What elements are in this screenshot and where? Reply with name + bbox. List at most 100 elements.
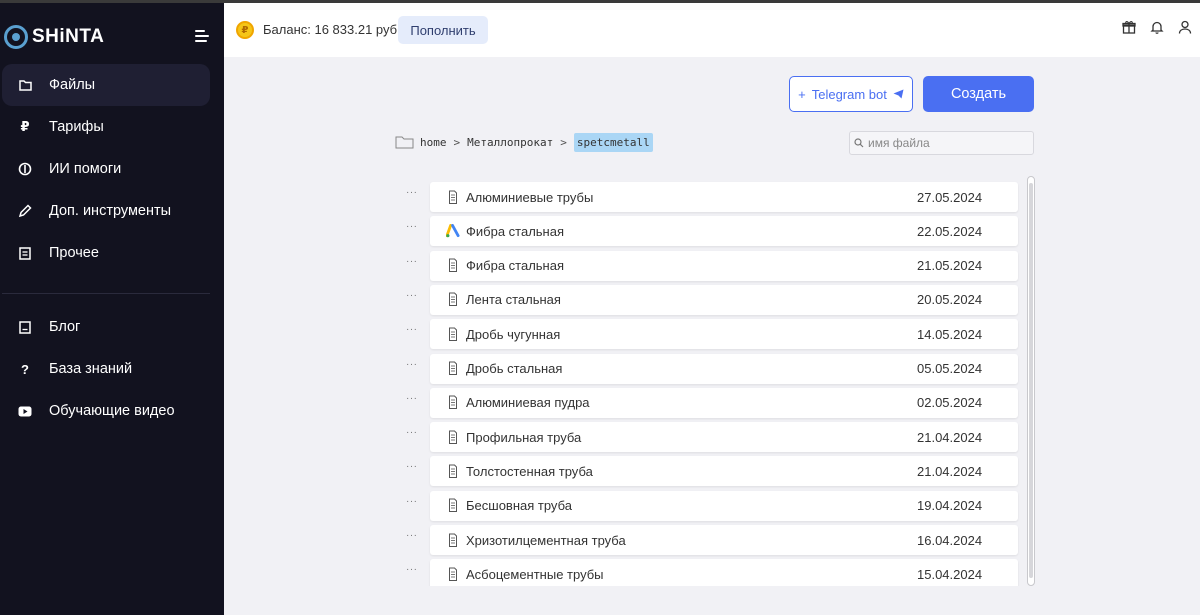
breadcrumb-separator: > [560,135,567,149]
file-card[interactable]: Толстостенная труба 21.04.2024 [430,456,1018,487]
ruble-icon: ₽ [20,119,30,134]
row-more-icon[interactable]: ··· [406,221,418,232]
row-more-icon[interactable]: ··· [406,187,418,198]
topup-button[interactable]: Пополнить [398,16,488,44]
sidebar-item-label: Прочее [49,245,99,261]
breadcrumb-item-folder[interactable]: Металлопрокат [467,136,553,149]
user-icon[interactable] [1178,20,1192,34]
file-list: ··· Алюминиевые трубы 27.05.2024 ··· Фибра с… [390,176,1035,586]
row-more-icon[interactable]: ··· [406,496,418,507]
logo-gear-icon [4,25,28,49]
file-card[interactable]: Лента стальная 20.05.2024 [430,284,1018,315]
file-icon [446,361,460,377]
row-more-icon[interactable]: ··· [406,564,418,575]
file-date: 22.05.2024 [917,223,983,239]
sidebar-item-tutorial-videos[interactable]: Обучающие видео [2,390,210,432]
scrollbar-thumb[interactable] [1029,183,1033,578]
sidebar-item-other[interactable]: Прочее [2,232,210,274]
sidebar-item-knowledge-base[interactable]: ? База знаний [2,348,210,390]
google-ads-icon [446,223,460,239]
row-more-icon[interactable]: ··· [406,290,418,301]
list-item: ··· Лента стальная 20.05.2024 [390,284,1018,315]
row-more-icon[interactable]: ··· [406,530,418,541]
file-name: Дробь стальная [466,361,563,376]
top-header: ₽ Баланс: 16 833.21 руб. Пополнить [224,3,1200,57]
search-input[interactable] [868,136,1028,150]
telegram-send-icon [893,89,904,99]
file-card[interactable]: Дробь чугунная 14.05.2024 [430,319,1018,350]
sidebar: SHiNTA Файлы ₽ Тарифы ИИ помоги Доп. инс… [0,3,224,615]
file-card[interactable]: Профильная труба 21.04.2024 [430,422,1018,453]
file-icon [446,292,460,308]
file-card[interactable]: Фибра стальная 22.05.2024 [430,216,1018,247]
question-icon: ? [21,361,29,377]
sidebar-item-extra-tools[interactable]: Доп. инструменты [2,190,210,232]
file-card[interactable]: Хризотилцементная труба 16.04.2024 [430,525,1018,555]
file-card[interactable]: Асбоцементные трубы 15.04.2024 [430,559,1018,586]
create-button[interactable]: Создать [923,76,1034,112]
list-item: ··· Фибра стальная 21.05.2024 [390,250,1018,281]
sidebar-item-label: Блог [49,319,81,335]
sidebar-item-files[interactable]: Файлы [2,64,210,106]
file-date: 21.04.2024 [917,429,983,445]
menu-collapse-icon[interactable] [195,30,209,42]
secondary-nav: Блог ? База знаний Обучающие видео [2,306,210,432]
row-more-icon[interactable]: ··· [406,427,418,438]
file-icon [446,566,460,582]
list-item: ··· Фибра стальная 22.05.2024 [390,216,1018,247]
main-nav: Файлы ₽ Тарифы ИИ помоги Доп. инструмент… [2,64,210,274]
sidebar-item-ai-help[interactable]: ИИ помоги [2,148,210,190]
row-more-icon[interactable]: ··· [406,256,418,267]
file-icon [446,429,460,445]
file-card[interactable]: Фибра стальная 21.05.2024 [430,250,1018,281]
pencil-icon [18,204,32,218]
file-card[interactable]: Алюминиевые трубы 27.05.2024 [430,182,1018,212]
file-icon [446,326,460,342]
file-card[interactable]: Дробь стальная 05.05.2024 [430,353,1018,384]
row-more-icon[interactable]: ··· [406,393,418,404]
file-card[interactable]: Алюминиевая пудра 02.05.2024 [430,387,1018,418]
file-date: 19.04.2024 [917,498,983,514]
file-date: 27.05.2024 [917,189,983,205]
file-icon [446,395,460,411]
file-name: Толстостенная труба [466,463,593,479]
sidebar-item-label: ИИ помоги [49,161,122,177]
file-date: 02.05.2024 [917,395,983,411]
file-date: 15.04.2024 [917,566,983,582]
breadcrumb: home > Металлопрокат > spetcmetall [395,131,653,153]
breadcrumb-item-home[interactable]: home [420,136,447,149]
video-icon [18,404,32,418]
logo[interactable]: SHiNTA [4,25,104,49]
breadcrumb-item-current[interactable]: spetcmetall [573,132,653,152]
sidebar-item-label: Тарифы [49,119,104,135]
file-card[interactable]: Бесшовная труба 19.04.2024 [430,490,1018,521]
search-icon [854,138,864,148]
sidebar-item-label: Обучающие видео [49,403,175,419]
file-icon [446,258,460,274]
sidebar-item-blog[interactable]: Блог [2,306,210,348]
blog-icon [18,320,32,334]
list-item: ··· Профильная труба 21.04.2024 [390,422,1018,453]
bell-icon[interactable] [1150,20,1164,34]
scrollbar[interactable] [1027,176,1035,586]
file-icon [446,189,460,205]
list-icon [18,246,32,260]
plus-icon: + [798,86,806,102]
file-date: 05.05.2024 [917,361,983,376]
sidebar-item-label: Файлы [49,77,96,93]
file-name: Лента стальная [466,292,561,308]
row-more-icon[interactable]: ··· [406,461,418,472]
list-item: ··· Хризотилцементная труба 16.04.2024 [390,525,1018,555]
row-more-icon[interactable]: ··· [406,324,418,335]
gift-icon[interactable] [1122,20,1136,34]
file-name: Асбоцементные трубы [466,566,604,582]
breadcrumb-separator: > [453,135,461,149]
coin-icon: ₽ [236,21,254,39]
row-more-icon[interactable]: ··· [406,359,418,370]
list-item: ··· Бесшовная труба 19.04.2024 [390,490,1018,521]
file-icon [446,498,460,514]
file-icon [446,532,460,548]
file-search[interactable] [849,131,1034,155]
sidebar-item-tariffs[interactable]: ₽ Тарифы [2,106,210,148]
telegram-bot-button[interactable]: + Telegram bot [789,76,913,112]
